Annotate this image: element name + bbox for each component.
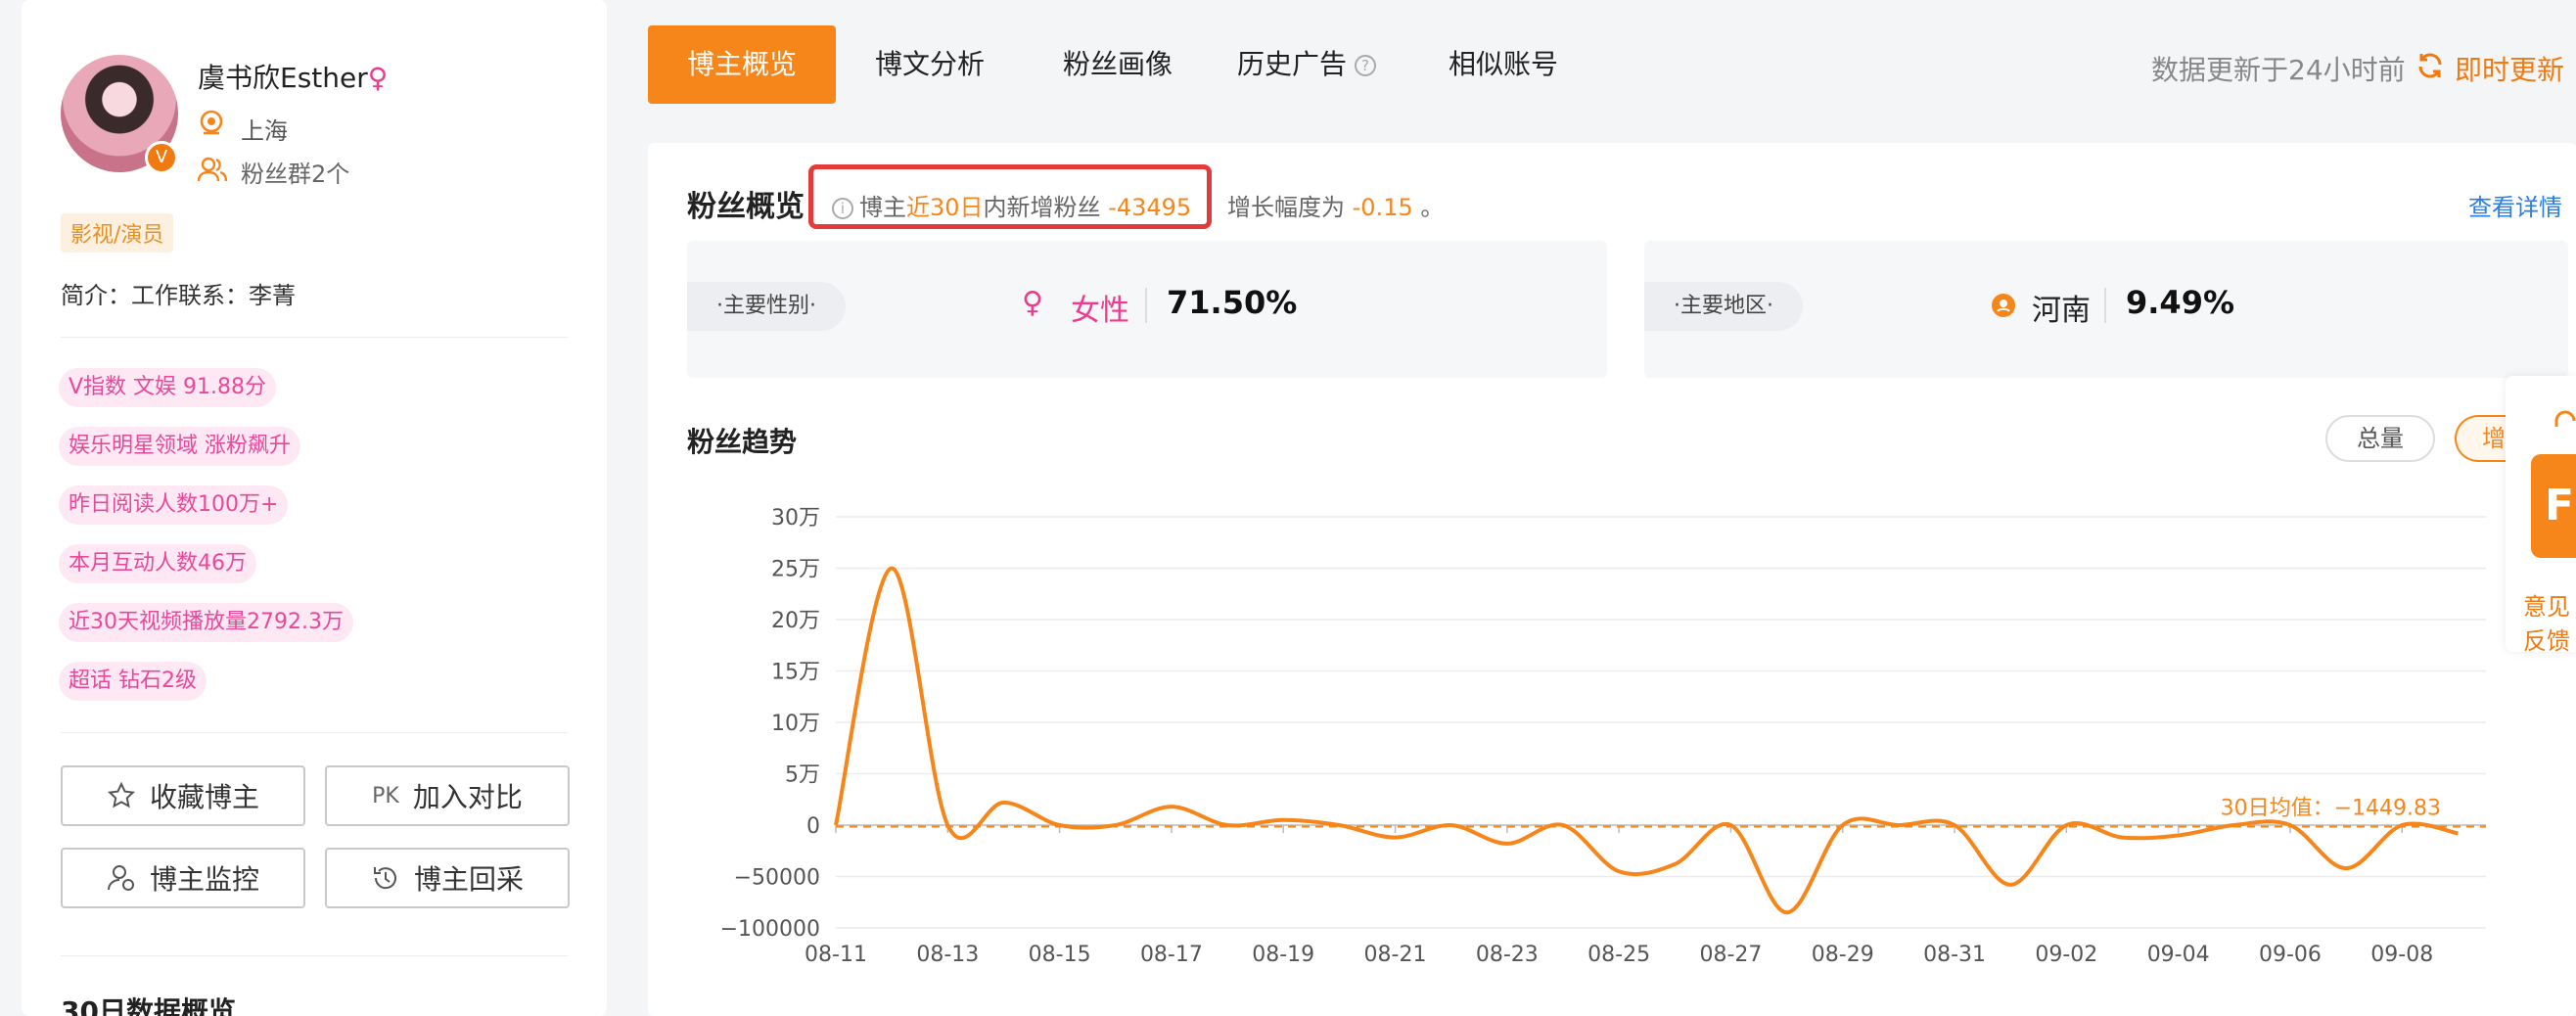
gender-value: 女性	[1071, 286, 1129, 329]
x-tick-label: 09-04	[2147, 943, 2210, 967]
x-tick-label: 08-15	[1029, 943, 1091, 967]
update-time: 数据更新于24小时前	[2151, 49, 2406, 88]
region-stat-card: ·主要地区· 河南 9.49%	[1644, 241, 2568, 378]
tab-fan-profile[interactable]: 粉丝画像	[1032, 25, 1204, 104]
star-icon	[107, 781, 136, 810]
highlight-tag: 近30天视频播放量2792.3万	[59, 603, 353, 642]
location-icon	[198, 110, 225, 137]
growth-text: 增长幅度为 -0.15 。	[1227, 188, 1444, 222]
mean-label: 30日均值：−1449.83	[2221, 797, 2441, 821]
x-tick-label: 08-25	[1587, 943, 1650, 967]
location-text: 上海	[241, 112, 288, 146]
growth-suffix: 。	[1420, 194, 1444, 221]
region-label: ·主要地区·	[1644, 282, 1803, 331]
region-pct: 9.49%	[2126, 284, 2234, 321]
growth-label: 增长幅度为	[1227, 194, 1345, 221]
gender-label: ·主要性别·	[687, 282, 846, 331]
compare-button[interactable]: PK 加入对比	[325, 765, 570, 826]
divider	[61, 955, 568, 956]
x-tick-label: 09-08	[2370, 943, 2433, 967]
tab-post-analysis[interactable]: 博文分析	[844, 25, 1016, 104]
x-tick-label: 08-31	[1923, 943, 1986, 967]
profile-name-text: 虞书欣Esther	[198, 62, 368, 94]
y-tick-label: 5万	[785, 763, 820, 788]
x-tick-label: 09-06	[2259, 943, 2322, 967]
x-tick-label: 08-17	[1140, 943, 1203, 967]
x-tick-label: 09-02	[2035, 943, 2097, 967]
female-icon: ♀	[1022, 286, 1043, 320]
divider	[2104, 288, 2106, 323]
refresh-icon[interactable]	[2415, 51, 2445, 80]
y-tick-label: 0	[806, 814, 820, 839]
y-tick-label: 15万	[771, 661, 820, 685]
feedback-button[interactable]: F	[2531, 454, 2576, 558]
backfill-label: 博主回采	[414, 858, 524, 898]
x-tick-label: 08-19	[1252, 943, 1314, 967]
category-tag: 影视/演员	[61, 213, 173, 253]
user-monitor-icon	[107, 863, 136, 893]
x-tick-label: 08-11	[805, 943, 867, 967]
refresh-button[interactable]: 即时更新	[2455, 49, 2564, 88]
highlight-tag: V指数 文娱 91.88分	[59, 368, 276, 407]
verified-badge: V	[145, 141, 178, 174]
bio-text: 简介：工作联系：李菁	[61, 276, 296, 310]
monitor-label: 博主监控	[150, 858, 259, 898]
location-icon	[1989, 292, 2018, 325]
y-tick-label: −50000	[734, 866, 820, 891]
profile-name: 虞书欣Esther♀	[198, 57, 388, 96]
monitor-button[interactable]: 博主监控	[61, 848, 305, 908]
highlight-box	[808, 164, 1212, 229]
y-tick-label: 25万	[771, 558, 820, 582]
fan-group-icon	[198, 157, 227, 182]
feedback-label[interactable]: 意见反馈	[2523, 587, 2576, 656]
fan-group-link[interactable]: 粉丝群2个	[241, 155, 349, 189]
x-tick-label: 08-13	[916, 943, 979, 967]
region-value: 河南	[2032, 286, 2091, 329]
divider	[61, 732, 568, 733]
favorite-button[interactable]: 收藏博主	[61, 765, 305, 826]
headset-icon	[2554, 409, 2576, 437]
highlight-tag: 昨日阅读人数100万+	[59, 485, 288, 525]
x-tick-label: 08-29	[1812, 943, 1874, 967]
y-tick-label: 30万	[771, 506, 820, 531]
compare-label: 加入对比	[413, 776, 523, 815]
highlight-tag: 超话 钻石2级	[59, 662, 207, 701]
seg-total[interactable]: 总量	[2325, 415, 2435, 462]
fans-overview-title: 粉丝概览	[687, 182, 805, 225]
y-tick-label: 20万	[771, 609, 820, 633]
tab-similar-accounts[interactable]: 相似账号	[1425, 25, 1582, 104]
history-icon	[371, 863, 400, 893]
pk-icon: PK	[372, 784, 399, 808]
female-icon: ♀	[368, 62, 389, 94]
highlight-tag: 本月互动人数46万	[59, 544, 256, 583]
tab-overview[interactable]: 博主概览	[648, 25, 836, 104]
gender-pct: 71.50%	[1167, 284, 1297, 321]
divider	[61, 337, 568, 338]
x-tick-label: 08-27	[1699, 943, 1762, 967]
y-tick-label: −100000	[720, 917, 820, 942]
favorite-label: 收藏博主	[150, 776, 259, 815]
divider	[1145, 288, 1147, 323]
x-tick-label: 08-21	[1364, 943, 1427, 967]
view-details-link[interactable]: 查看详情	[2468, 188, 2562, 222]
section-30d-title: 30日数据概览	[61, 991, 236, 1016]
help-icon[interactable]: ?	[1355, 55, 1376, 76]
fans-trend-title: 粉丝趋势	[687, 421, 797, 460]
y-tick-label: 10万	[771, 712, 820, 736]
gender-stat-card: ·主要性别· ♀ 女性 71.50%	[687, 241, 1607, 378]
x-tick-label: 08-23	[1476, 943, 1539, 967]
backfill-button[interactable]: 博主回采	[325, 848, 570, 908]
tab-ad-history-label: 历史广告	[1237, 48, 1347, 80]
fans-trend-chart: 30万 25万 20万 15万 10万 5万 0 −50000 −10000008-11 08-1…	[648, 470, 2488, 979]
highlight-tag: 娱乐明星领域 涨粉飙升	[59, 427, 300, 466]
tab-ad-history[interactable]: 历史广告?	[1223, 25, 1390, 104]
growth-value: -0.15	[1353, 194, 1413, 221]
